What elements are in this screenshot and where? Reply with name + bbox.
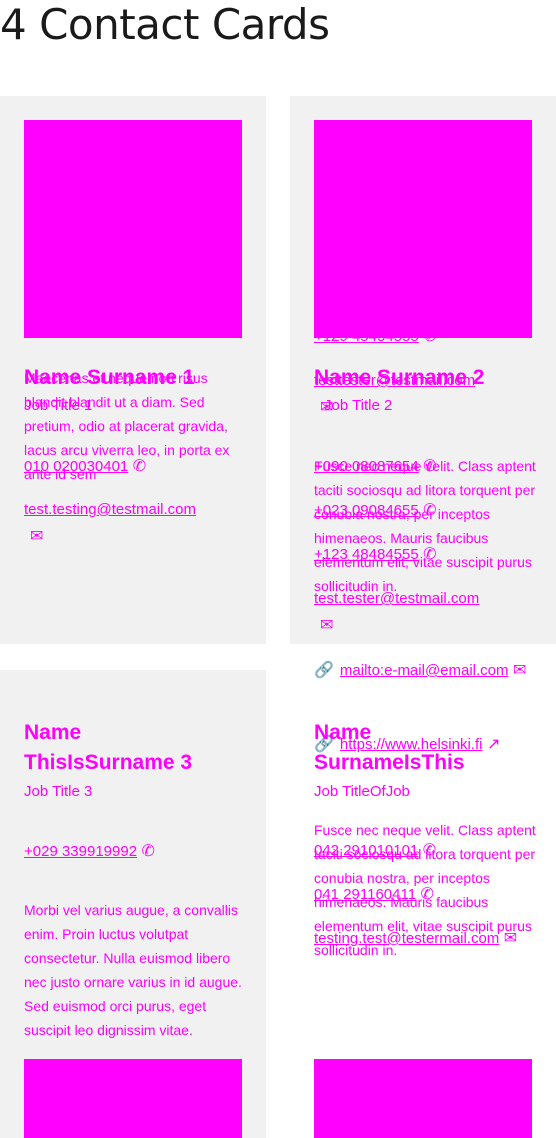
phone-icon: ✆ xyxy=(423,545,437,563)
card-2-email-top-link[interactable]: testtester@testmail.com xyxy=(314,370,475,392)
envelope-icon: ✉ xyxy=(30,311,44,328)
phone-icon: ✆ xyxy=(141,842,155,860)
envelope-icon: ✉ xyxy=(320,617,334,634)
card-4-name: Name SurnameIsThis xyxy=(314,721,465,774)
card-3-text: Morbi vel varius augue, a convallis enim… xyxy=(24,902,242,1038)
contact-card-1: ✉ Maecenas et neque non risus blandit bl… xyxy=(0,96,266,644)
phone-icon: ✆ xyxy=(423,457,437,475)
envelope-icon: ✉ xyxy=(30,528,44,545)
card-4-phone-2-link[interactable]: 041 291160411 xyxy=(314,886,416,903)
card-3-photo xyxy=(24,1059,242,1138)
contact-card-4: Name SurnameIsThis Job TitleOfJob Fusce … xyxy=(290,670,556,1138)
card-4-email-link[interactable]: testing.test@testermail.com xyxy=(314,930,499,947)
card-2-phone-1-link[interactable]: +090 08087654 xyxy=(314,458,419,475)
card-2-phone-2-link[interactable]: +023 09084655 xyxy=(314,502,419,519)
card-1-name: Name Surname 1 xyxy=(24,366,195,389)
card-3-phone-link[interactable]: +029 339919992 xyxy=(24,843,137,860)
phone-icon: ✆ xyxy=(423,501,437,519)
card-1-phone-link[interactable]: 010 020030401 xyxy=(24,458,128,475)
card-2-phone-top-link[interactable]: +129 45454555 xyxy=(314,328,419,345)
phone-icon: ✆ xyxy=(132,457,147,475)
card-2-phone-3-link[interactable]: +123 48484555 xyxy=(314,546,419,563)
card-4-phone-1-link[interactable]: 042 291010101 xyxy=(314,842,418,859)
phone-icon: ✆ xyxy=(420,885,434,903)
card-1-photo xyxy=(24,120,242,338)
card-4-photo xyxy=(314,1059,532,1138)
card-3-job-title: Job Title 3 xyxy=(24,783,93,800)
card-2-photo xyxy=(314,120,532,338)
card-4-job-title: Job TitleOfJob xyxy=(314,783,410,800)
page-title: 4 Contact Cards xyxy=(0,0,330,49)
card-3-name: Name ThisIsSurname 3 xyxy=(24,721,193,774)
card-2-job-title: Job Title 2 xyxy=(324,397,393,414)
phone-icon: ✆ xyxy=(423,327,437,345)
contact-card-2: +129 45454555 ✆ Name Surname 2 testteste… xyxy=(290,96,556,644)
envelope-icon: ✉ xyxy=(503,929,518,947)
card-1-job-title: Job Title 1 xyxy=(24,397,93,414)
contact-card-3: Name ThisIsSurname 3 Job Title 3 +029 33… xyxy=(0,670,266,1138)
card-2-email-link[interactable]: test.tester@testmail.com xyxy=(314,588,479,610)
card-1-email-link[interactable]: test.testing@testmail.com xyxy=(24,499,196,521)
phone-icon: ✆ xyxy=(422,841,437,859)
